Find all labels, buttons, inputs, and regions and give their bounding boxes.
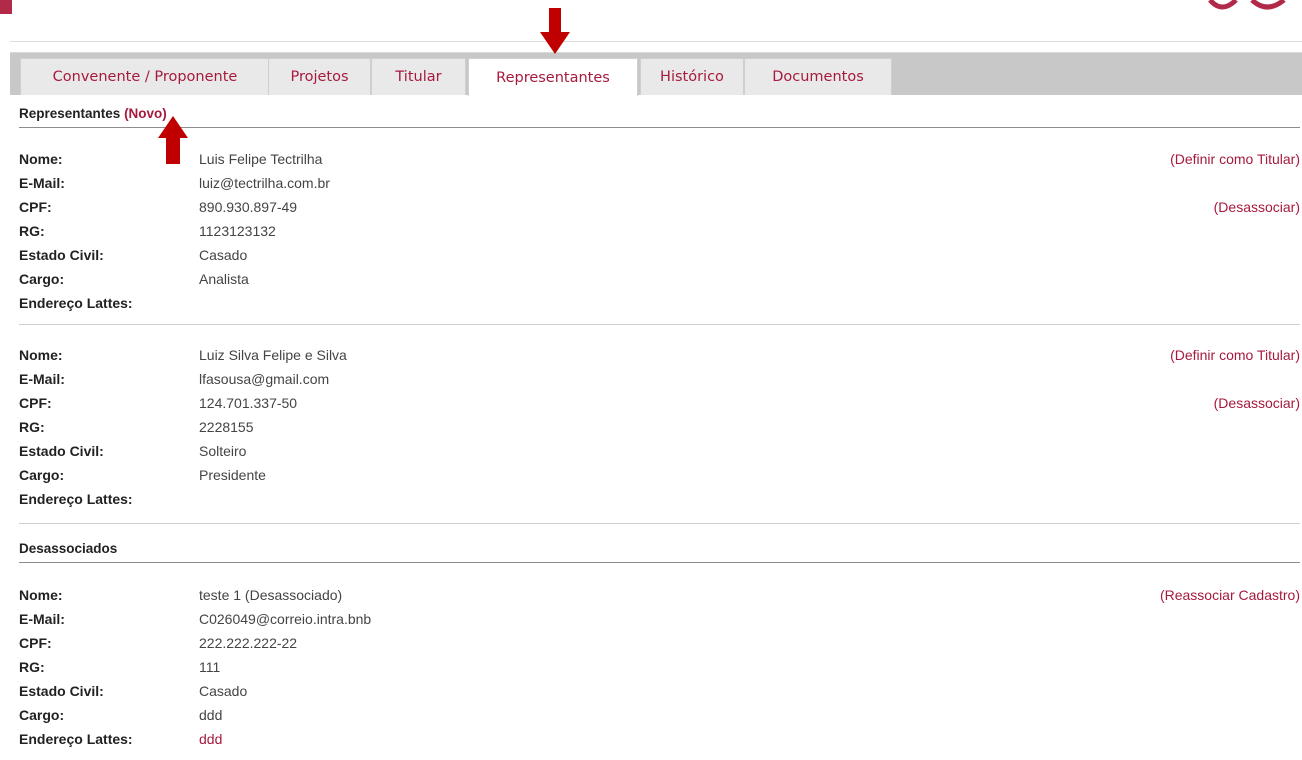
field-row: Cargo: Presidente — [19, 464, 1300, 486]
nome-value: teste 1 (Desassociado) — [199, 587, 343, 603]
email-value: luiz@tectrilha.com.br — [199, 175, 330, 191]
field-label: Cargo: — [19, 271, 65, 287]
rg-value: 1123123132 — [199, 223, 276, 239]
field-row: CPF: 222.222.222-22 — [19, 632, 1300, 654]
representante-record: Nome: Luiz Silva Felipe e Silva (Definir… — [19, 344, 1300, 524]
field-label: RG: — [19, 659, 45, 675]
section-header-representantes: Representantes (Novo) — [19, 106, 1300, 128]
field-row: E-Mail: luiz@tectrilha.com.br — [19, 172, 1300, 194]
field-row: RG: 1123123132 — [19, 220, 1300, 242]
definir-titular-link[interactable]: (Definir como Titular) — [1170, 148, 1300, 170]
lattes-value[interactable]: ddd — [199, 728, 222, 750]
tab-representantes[interactable]: Representantes — [468, 58, 638, 96]
field-row: Cargo: Analista — [19, 268, 1300, 290]
rg-value: 111 — [199, 659, 221, 675]
email-value: C026049@correio.intra.bnb — [199, 611, 372, 627]
field-label: RG: — [19, 223, 45, 239]
field-row: RG: 111 — [19, 656, 1300, 678]
tab-bar: Convenente / Proponente Projetos Titular… — [10, 52, 1302, 96]
field-row: RG: 2228155 — [19, 416, 1300, 438]
field-row: Cargo: ddd — [19, 704, 1300, 726]
field-row: Estado Civil: Solteiro — [19, 440, 1300, 462]
nome-value: Luiz Silva Felipe e Silva — [199, 347, 347, 363]
representante-record: Nome: Luis Felipe Tectrilha (Definir com… — [19, 148, 1300, 325]
estado-civil-value: Casado — [199, 683, 248, 699]
tab-documentos[interactable]: Documentos — [744, 58, 892, 95]
field-label: Nome: — [19, 587, 63, 603]
desassociar-link[interactable]: (Desassociar) — [1214, 392, 1300, 414]
field-label: RG: — [19, 419, 45, 435]
section-title: Representantes — [19, 106, 121, 121]
field-row: CPF: 124.701.337-50 (Desassociar) — [19, 392, 1300, 414]
field-label: Cargo: — [19, 467, 65, 483]
arrow-up-icon — [158, 116, 188, 164]
reassociar-link[interactable]: (Reassociar Cadastro) — [1160, 584, 1300, 606]
field-label: Endereço Lattes: — [19, 491, 133, 507]
arrow-down-icon — [540, 8, 570, 54]
top-divider — [10, 41, 1302, 42]
section-header-desassociados: Desassociados — [19, 541, 1300, 563]
rg-value: 2228155 — [199, 419, 254, 435]
field-label: Cargo: — [19, 707, 65, 723]
field-row: Nome: Luiz Silva Felipe e Silva (Definir… — [19, 344, 1300, 366]
field-label: CPF: — [19, 395, 52, 411]
field-label: Nome: — [19, 347, 63, 363]
tab-historico[interactable]: Histórico — [640, 58, 744, 95]
field-label: Estado Civil: — [19, 683, 104, 699]
brand-corner-mark — [0, 0, 12, 14]
email-value: lfasousa@gmail.com — [199, 371, 330, 387]
field-row: Estado Civil: Casado — [19, 680, 1300, 702]
cpf-value: 890.930.897-49 — [199, 199, 298, 215]
desassociar-link[interactable]: (Desassociar) — [1214, 196, 1300, 218]
cpf-value: 124.701.337-50 — [199, 395, 298, 411]
field-row: Nome: Luis Felipe Tectrilha (Definir com… — [19, 148, 1300, 170]
field-label: E-Mail: — [19, 611, 65, 627]
field-label: E-Mail: — [19, 175, 65, 191]
estado-civil-value: Casado — [199, 247, 248, 263]
field-row: E-Mail: C026049@correio.intra.bnb — [19, 608, 1300, 630]
estado-civil-value: Solteiro — [199, 443, 247, 459]
cargo-value: Analista — [199, 271, 249, 287]
field-row: Endereço Lattes: ddd — [19, 728, 1300, 750]
field-label: Endereço Lattes: — [19, 295, 133, 311]
field-row: CPF: 890.930.897-49 (Desassociar) — [19, 196, 1300, 218]
logo-icon — [1192, 0, 1302, 10]
cargo-value: Presidente — [199, 467, 266, 483]
field-label: Estado Civil: — [19, 443, 104, 459]
tab-projetos[interactable]: Projetos — [268, 58, 371, 95]
field-label: CPF: — [19, 635, 52, 651]
field-label: CPF: — [19, 199, 52, 215]
field-label: Estado Civil: — [19, 247, 104, 263]
desassociado-record: Nome: teste 1 (Desassociado) (Reassociar… — [19, 584, 1300, 754]
tab-titular[interactable]: Titular — [371, 58, 466, 95]
definir-titular-link[interactable]: (Definir como Titular) — [1170, 344, 1300, 366]
field-row: E-Mail: lfasousa@gmail.com — [19, 368, 1300, 390]
field-row: Endereço Lattes: — [19, 488, 1300, 510]
field-row: Estado Civil: Casado — [19, 244, 1300, 266]
nome-value: Luis Felipe Tectrilha — [199, 151, 323, 167]
tab-convenente-proponente[interactable]: Convenente / Proponente — [20, 58, 270, 95]
cpf-value: 222.222.222-22 — [199, 635, 298, 651]
cargo-value: ddd — [199, 707, 223, 723]
field-row: Endereço Lattes: — [19, 292, 1300, 314]
field-row: Nome: teste 1 (Desassociado) (Reassociar… — [19, 584, 1300, 606]
field-label: Nome: — [19, 151, 63, 167]
field-label: E-Mail: — [19, 371, 65, 387]
section-title: Desassociados — [19, 541, 118, 556]
field-label: Endereço Lattes: — [19, 731, 133, 747]
